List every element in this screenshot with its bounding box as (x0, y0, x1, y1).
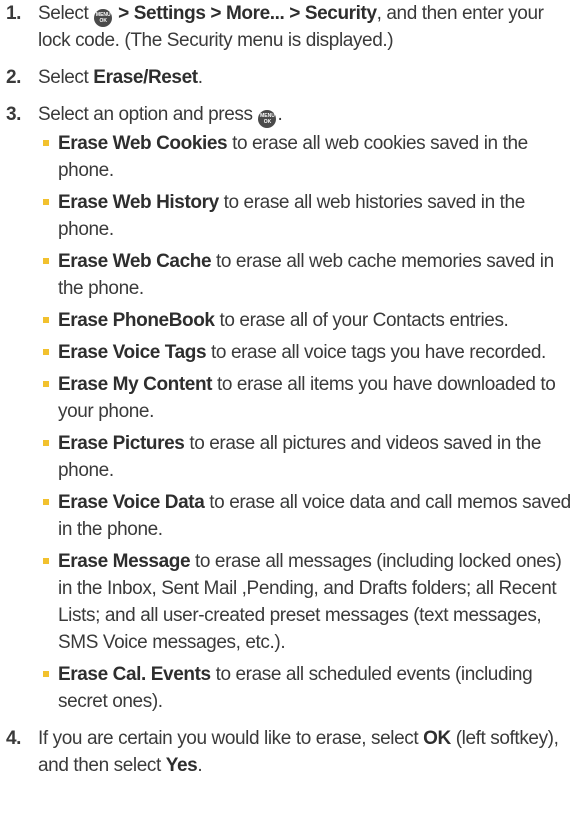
list-item: Erase Web Cookies to erase all web cooki… (42, 130, 576, 184)
bullet-icon (43, 258, 49, 264)
step-number: 2. (6, 67, 22, 88)
step-4: 4. If you are certain you would like to … (0, 725, 576, 779)
step-number: 4. (6, 728, 22, 749)
bullet-icon (43, 199, 49, 205)
list-item: Erase Voice Data to erase all voice data… (42, 489, 576, 543)
bullet-icon (43, 349, 49, 355)
step-text: Select Erase/Reset. (38, 67, 203, 88)
erase-reset-label: Erase/Reset (93, 67, 198, 88)
menu-ok-key-icon: MENU OK (94, 9, 113, 27)
erase-options-list: Erase Web Cookies to erase all web cooki… (38, 130, 576, 715)
bullet-icon (43, 317, 49, 323)
step-2: 2. Select Erase/Reset. (0, 64, 576, 91)
bullet-icon (43, 440, 49, 446)
step-1: 1. Select MENU OK > Settings > More... > … (0, 0, 576, 54)
list-item: Erase PhoneBook to erase all of your Con… (42, 307, 576, 334)
step-3: 3. Select an option and press MENU OK. Er… (0, 101, 576, 715)
menu-ok-key-icon: MENU OK (258, 110, 277, 128)
ok-label: OK (423, 728, 451, 749)
step-number: 1. (6, 3, 22, 24)
list-item: Erase Web History to erase all web histo… (42, 189, 576, 243)
list-item: Erase My Content to erase all items you … (42, 371, 576, 425)
yes-label: Yes (165, 755, 198, 776)
list-item: Erase Voice Tags to erase all voice tags… (42, 339, 576, 366)
bullet-icon (43, 381, 49, 387)
step-number: 3. (6, 104, 22, 125)
step-text: Select MENU OK > Settings > More... > Sec… (38, 3, 544, 51)
bullet-icon (43, 140, 49, 146)
menu-path: > Settings > More... > Security (113, 3, 377, 24)
instruction-document: 1. Select MENU OK > Settings > More... > … (0, 0, 584, 779)
bullet-icon (43, 671, 49, 677)
list-item: Erase Message to erase all messages (inc… (42, 548, 576, 656)
bullet-icon (43, 499, 49, 505)
list-item: Erase Web Cache to erase all web cache m… (42, 248, 576, 302)
step-text: Select an option and press MENU OK. (38, 104, 283, 128)
step-text: If you are certain you would like to era… (38, 728, 559, 776)
list-item: Erase Pictures to erase all pictures and… (42, 430, 576, 484)
bullet-icon (43, 558, 49, 564)
list-item: Erase Cal. Events to erase all scheduled… (42, 661, 576, 715)
